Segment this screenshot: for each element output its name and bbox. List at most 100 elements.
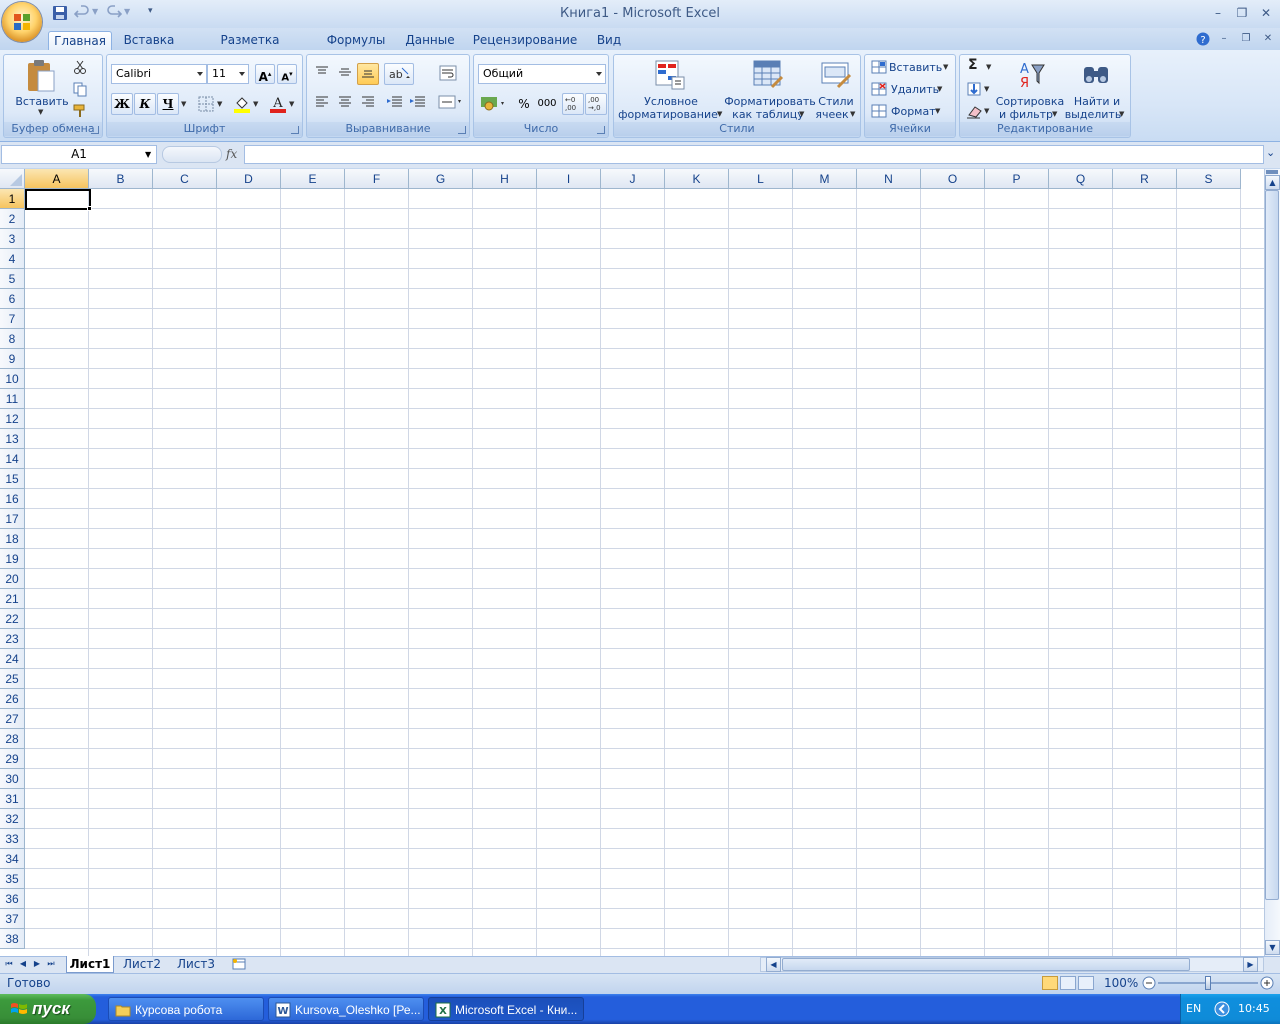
bold-button[interactable]: Ж — [111, 93, 133, 115]
row-header[interactable]: 5 — [0, 269, 25, 289]
font-color-icon[interactable]: A — [269, 95, 287, 113]
scroll-left-icon[interactable]: ◀ — [766, 957, 781, 972]
row-header[interactable]: 4 — [0, 249, 25, 269]
underline-button[interactable]: Ч — [157, 93, 179, 115]
increase-indent-button[interactable] — [407, 93, 429, 115]
alignment-launcher-icon[interactable] — [458, 126, 466, 134]
insert-cells-icon[interactable] — [871, 59, 887, 75]
name-box-dropdown-icon[interactable]: ▼ — [145, 150, 151, 159]
column-header[interactable]: N — [857, 169, 921, 189]
decrease-indent-button[interactable] — [384, 93, 406, 115]
delete-cells-dropdown-icon[interactable]: ▼ — [937, 85, 942, 93]
copy-icon[interactable] — [72, 81, 88, 97]
row-header[interactable]: 19 — [0, 549, 25, 569]
percent-button[interactable]: % — [513, 93, 535, 115]
format-as-table-label-1[interactable]: Форматировать — [724, 95, 816, 108]
grow-font-button[interactable]: A▴ — [255, 64, 275, 84]
row-header[interactable]: 35 — [0, 869, 25, 889]
paste-icon[interactable] — [26, 59, 56, 93]
align-left-button[interactable] — [311, 93, 333, 115]
tab-insert[interactable]: Вставка — [120, 31, 178, 50]
column-header[interactable]: K — [665, 169, 729, 189]
shrink-font-button[interactable]: A▾ — [277, 64, 297, 84]
column-header[interactable]: D — [217, 169, 281, 189]
scroll-up-icon[interactable]: ▲ — [1265, 175, 1280, 190]
ribbon-restore-button[interactable]: ❐ — [1238, 31, 1254, 47]
font-size-dropdown-icon[interactable] — [239, 72, 245, 76]
select-all-button[interactable] — [0, 169, 25, 189]
fill-dropdown-icon[interactable]: ▼ — [984, 85, 989, 93]
font-color-dropdown-icon[interactable]: ▼ — [289, 100, 294, 108]
row-header[interactable]: 3 — [0, 229, 25, 249]
number-format-dropdown-icon[interactable] — [596, 72, 602, 76]
tab-data[interactable]: Данные — [400, 31, 460, 50]
office-button[interactable] — [2, 2, 42, 42]
clipboard-launcher-icon[interactable] — [91, 126, 99, 134]
column-header[interactable]: P — [985, 169, 1049, 189]
align-bottom-button[interactable] — [357, 63, 379, 85]
conditional-formatting-label-2[interactable]: форматирование — [616, 108, 720, 121]
wrap-text-button[interactable] — [437, 63, 459, 85]
borders-dropdown-icon[interactable]: ▼ — [217, 100, 222, 108]
column-header[interactable]: B — [89, 169, 153, 189]
vertical-scroll-thumb[interactable] — [1265, 190, 1279, 900]
row-header[interactable]: 37 — [0, 909, 25, 929]
insert-function-icon[interactable]: fx — [226, 147, 237, 161]
active-cell[interactable] — [25, 189, 91, 210]
format-cells-icon[interactable] — [871, 103, 887, 119]
delete-cells-icon[interactable] — [871, 81, 887, 97]
format-as-table-icon[interactable] — [752, 59, 784, 91]
show-hidden-icons-icon[interactable] — [1214, 1001, 1230, 1017]
sort-filter-label-1[interactable]: Сортировка — [994, 95, 1066, 108]
last-sheet-icon[interactable]: ⏭ — [44, 957, 58, 971]
conditional-formatting-label-1[interactable]: Условное — [616, 95, 726, 108]
row-header[interactable]: 14 — [0, 449, 25, 469]
increase-decimal-button[interactable]: ←0,00 — [562, 93, 584, 115]
restore-button[interactable]: ❐ — [1234, 5, 1250, 21]
scroll-down-icon[interactable]: ▼ — [1265, 940, 1280, 955]
find-select-label-2[interactable]: выделить — [1064, 108, 1122, 121]
row-header[interactable]: 17 — [0, 509, 25, 529]
close-button[interactable]: ✕ — [1258, 5, 1274, 21]
column-header[interactable]: Q — [1049, 169, 1113, 189]
split-box[interactable] — [1266, 170, 1278, 174]
align-top-button[interactable] — [311, 63, 333, 85]
row-header[interactable]: 33 — [0, 829, 25, 849]
autosum-dropdown-icon[interactable]: ▼ — [986, 63, 991, 71]
row-header[interactable]: 24 — [0, 649, 25, 669]
normal-view-icon[interactable] — [1042, 976, 1058, 990]
cell-styles-label-2[interactable]: ячеек — [812, 108, 852, 121]
row-header[interactable]: 23 — [0, 629, 25, 649]
row-header[interactable]: 12 — [0, 409, 25, 429]
ribbon-minimize-button[interactable]: – — [1216, 31, 1232, 47]
column-header[interactable]: I — [537, 169, 601, 189]
tab-home[interactable]: Главная — [48, 31, 112, 50]
font-launcher-icon[interactable] — [291, 126, 299, 134]
page-break-view-icon[interactable] — [1078, 976, 1094, 990]
align-center-button[interactable] — [334, 93, 356, 115]
sort-filter-icon[interactable]: АЯ — [1014, 59, 1046, 91]
italic-button[interactable]: К — [134, 93, 156, 115]
number-format-combo[interactable]: Общий — [478, 64, 606, 84]
row-header[interactable]: 22 — [0, 609, 25, 629]
zoom-out-icon[interactable] — [1142, 976, 1156, 990]
tab-review[interactable]: Рецензирование — [472, 31, 578, 50]
find-select-dropdown-icon[interactable]: ▼ — [1119, 110, 1124, 118]
font-name-combo[interactable]: Calibri — [111, 64, 207, 84]
zoom-slider-thumb[interactable] — [1205, 976, 1211, 990]
format-cells-dropdown-icon[interactable]: ▼ — [935, 107, 940, 115]
format-cells-label[interactable]: Формат — [891, 105, 936, 118]
row-header[interactable]: 27 — [0, 709, 25, 729]
borders-icon[interactable] — [197, 95, 215, 113]
row-header[interactable]: 6 — [0, 289, 25, 309]
row-header[interactable]: 16 — [0, 489, 25, 509]
column-header[interactable]: R — [1113, 169, 1177, 189]
cell-styles-icon[interactable] — [820, 59, 852, 91]
format-as-table-label-2[interactable]: как таблицу — [728, 108, 808, 121]
cell-grid[interactable] — [25, 189, 1264, 956]
column-header[interactable]: E — [281, 169, 345, 189]
sheet-tab-3[interactable]: Лист3 — [172, 956, 220, 973]
row-header[interactable]: 36 — [0, 889, 25, 909]
expand-formula-bar-icon[interactable]: ⌄ — [1266, 146, 1275, 159]
row-header[interactable]: 38 — [0, 929, 25, 949]
